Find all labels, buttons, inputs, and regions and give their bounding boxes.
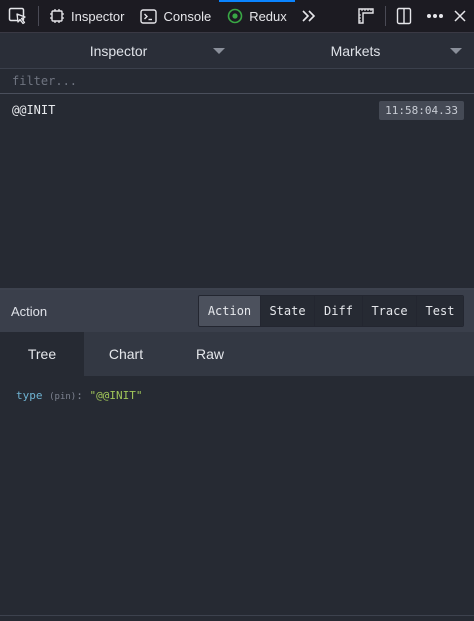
action-tree: type (pin): "@@INIT" (0, 376, 474, 616)
ellipsis-icon (427, 14, 443, 18)
devtools-toolbar: Inspector Console Redux (0, 0, 474, 33)
tree-row: type (pin): "@@INIT" (16, 389, 458, 402)
tree-colon: : (76, 389, 83, 402)
tab-redux-label: Redux (249, 8, 287, 24)
tab-diff[interactable]: Diff (314, 296, 362, 326)
filter-input[interactable] (0, 69, 474, 93)
more-options-button[interactable] (420, 0, 450, 33)
element-picker-icon (8, 7, 26, 25)
console-icon (140, 8, 158, 24)
inspector-icon (50, 9, 64, 23)
double-chevron-right-icon (302, 10, 315, 22)
monitor-select[interactable]: Inspector (0, 33, 237, 68)
preview-mode-tabs: Action State Diff Trace Test (198, 295, 464, 327)
tab-inspector-label: Inspector (71, 8, 125, 24)
tab-action[interactable]: Action (199, 296, 260, 326)
tab-inspector[interactable]: Inspector (41, 0, 132, 33)
toolbar-separator (385, 6, 386, 26)
subtab-raw[interactable]: Raw (168, 332, 252, 376)
tab-console-label: Console (163, 8, 212, 24)
ruler-layout-icon (358, 8, 374, 24)
close-icon (454, 10, 466, 22)
tree-pin[interactable]: (pin) (49, 392, 76, 402)
action-timestamp: 11:58:04.33 (379, 100, 464, 120)
element-picker-button[interactable] (0, 0, 36, 33)
dropdown-caret-icon (213, 48, 225, 54)
tab-test[interactable]: Test (416, 296, 463, 326)
tree-value: "@@INIT" (89, 389, 143, 402)
responsive-design-button[interactable] (349, 0, 383, 33)
dropdown-caret-icon (450, 48, 462, 54)
action-list-item[interactable]: @@INIT 11:58:04.33 (0, 95, 474, 125)
monitor-select-value: Inspector (89, 42, 148, 59)
bottom-bar (0, 615, 474, 621)
tab-state[interactable]: State (260, 296, 314, 326)
toolbar-separator (38, 6, 39, 26)
subtab-tree[interactable]: Tree (0, 332, 84, 376)
filter-bar (0, 69, 474, 94)
action-name: @@INIT (12, 103, 56, 117)
tab-console[interactable]: Console (132, 0, 219, 33)
preview-subtabs: Tree Chart Raw (0, 332, 474, 376)
subtab-chart[interactable]: Chart (84, 332, 168, 376)
dock-options-button[interactable] (388, 0, 420, 33)
instance-select-value: Markets (330, 42, 381, 59)
close-devtools-button[interactable] (450, 0, 474, 33)
tree-key[interactable]: type (16, 389, 43, 402)
preview-header: Action Action State Diff Trace Test (0, 290, 474, 332)
instance-select[interactable]: Markets (237, 33, 474, 68)
tab-redux[interactable]: Redux (219, 0, 295, 33)
tab-trace[interactable]: Trace (362, 296, 416, 326)
redux-icon (227, 8, 243, 24)
redux-header: Inspector Markets (0, 33, 474, 69)
dock-side-icon (396, 7, 412, 25)
more-tabs-button[interactable] (295, 0, 323, 33)
action-list: @@INIT 11:58:04.33 (0, 95, 474, 288)
preview-title: Action (11, 303, 48, 319)
